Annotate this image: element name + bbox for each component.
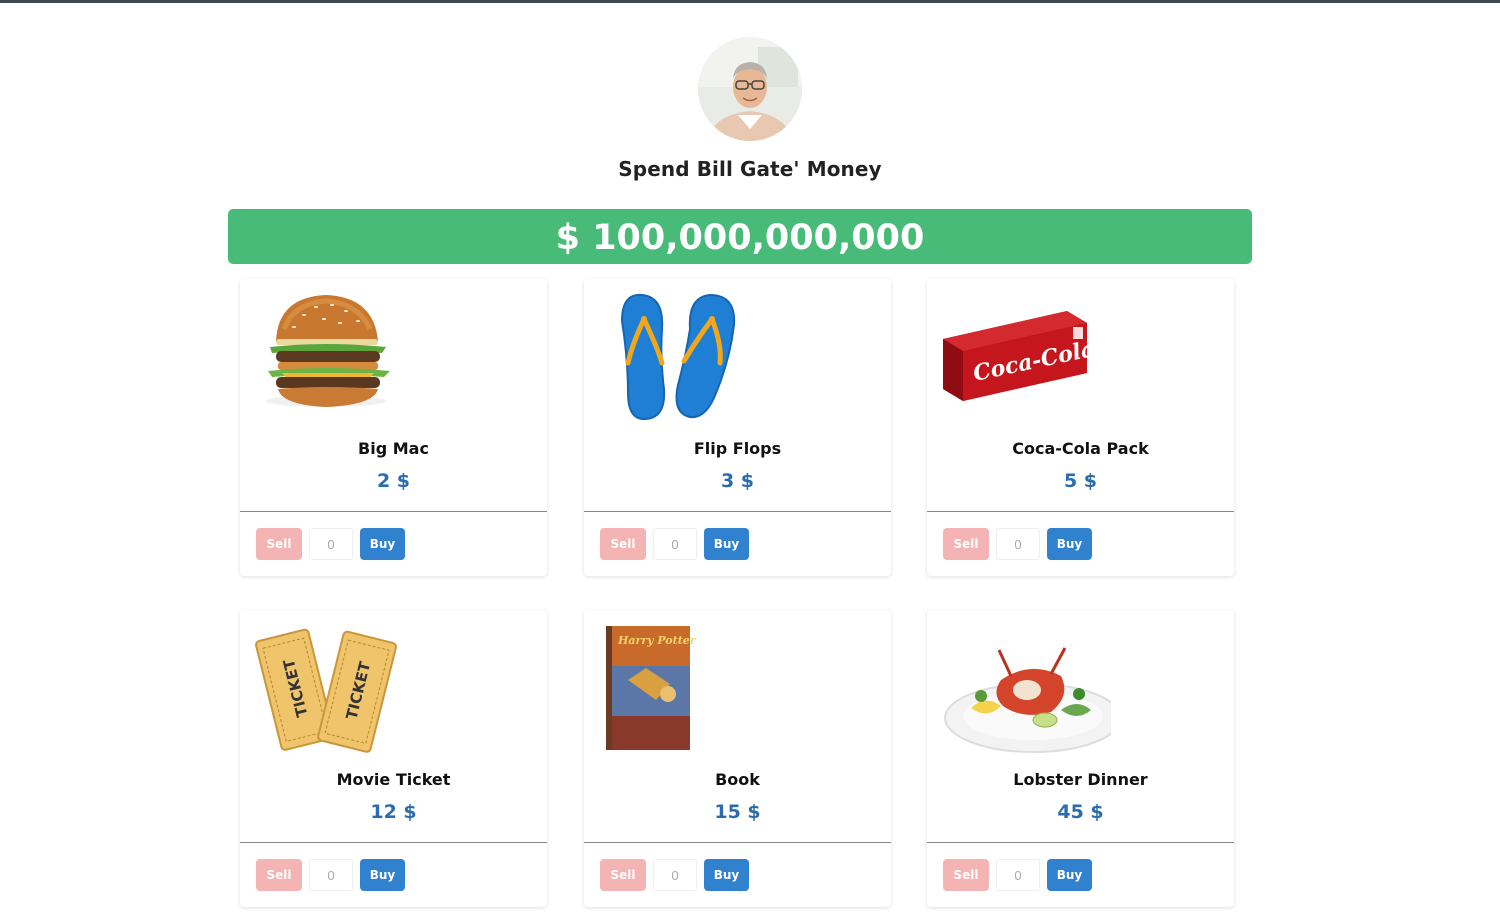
- coca-cola-pack-image: Coca-Cola: [941, 289, 1111, 429]
- product-name: Flip Flops: [693, 439, 782, 458]
- product-name: Movie Ticket: [336, 770, 451, 789]
- page-title: Spend Bill Gate' Money: [618, 157, 882, 181]
- product-card-big-mac: Big Mac 2 $ Sell Buy: [240, 279, 547, 576]
- top-border: [0, 0, 1500, 3]
- product-controls: Sell Buy: [600, 528, 749, 560]
- buy-button[interactable]: Buy: [704, 528, 749, 560]
- buy-button[interactable]: Buy: [1047, 528, 1092, 560]
- quantity-input[interactable]: [309, 528, 353, 560]
- product-controls: Sell Buy: [943, 859, 1092, 891]
- quantity-input[interactable]: [653, 528, 697, 560]
- card-divider: [584, 842, 891, 843]
- flip-flops-image: [598, 289, 768, 429]
- movie-ticket-image: TICKET TICKET: [254, 620, 424, 760]
- product-price: 5 $: [1063, 470, 1098, 492]
- product-card-lobster-dinner: Lobster Dinner 45 $ Sell Buy: [927, 610, 1234, 907]
- product-name: Lobster Dinner: [1013, 770, 1148, 789]
- buy-button[interactable]: Buy: [360, 859, 405, 891]
- product-card-flip-flops: Flip Flops 3 $ Sell Buy: [584, 279, 891, 576]
- buy-button[interactable]: Buy: [1047, 859, 1092, 891]
- burger-image: [254, 289, 424, 429]
- quantity-input[interactable]: [996, 859, 1040, 891]
- book-image: Harry Potter: [598, 620, 768, 760]
- product-price: 12 $: [370, 801, 417, 823]
- product-card-book: Harry Potter Book 15 $ Sell Buy: [584, 610, 891, 907]
- product-controls: Sell Buy: [943, 528, 1092, 560]
- avatar-portrait-icon: [698, 37, 802, 141]
- quantity-input[interactable]: [653, 859, 697, 891]
- card-divider: [240, 511, 547, 512]
- product-card-coca-cola-pack: Coca-Cola Coca-Cola Pack 5 $ Sell Buy: [927, 279, 1234, 576]
- product-price: 3 $: [720, 470, 755, 492]
- product-name: Coca-Cola Pack: [1012, 439, 1149, 458]
- product-price: 2 $: [376, 470, 411, 492]
- sell-button[interactable]: Sell: [600, 859, 646, 891]
- sell-button[interactable]: Sell: [256, 859, 302, 891]
- product-price: 45 $: [1057, 801, 1104, 823]
- buy-button[interactable]: Buy: [360, 528, 405, 560]
- avatar: [698, 37, 802, 141]
- product-name: Big Mac: [358, 439, 429, 458]
- card-divider: [927, 842, 1234, 843]
- sell-button[interactable]: Sell: [943, 859, 989, 891]
- product-card-movie-ticket: TICKET TICKET Movie Ticket 12 $ Sell Buy: [240, 610, 547, 907]
- product-price: 15 $: [714, 801, 761, 823]
- card-divider: [240, 842, 547, 843]
- sell-button[interactable]: Sell: [943, 528, 989, 560]
- quantity-input[interactable]: [996, 528, 1040, 560]
- product-controls: Sell Buy: [600, 859, 749, 891]
- book-title-text: Harry Potter: [617, 634, 697, 647]
- buy-button[interactable]: Buy: [704, 859, 749, 891]
- lobster-dinner-image: [941, 620, 1122, 760]
- product-name: Book: [715, 770, 760, 789]
- balance-banner: $ 100,000,000,000: [228, 209, 1252, 264]
- card-divider: [927, 511, 1234, 512]
- header: Spend Bill Gate' Money: [0, 37, 1500, 181]
- card-divider: [584, 511, 891, 512]
- quantity-input[interactable]: [309, 859, 353, 891]
- sell-button[interactable]: Sell: [600, 528, 646, 560]
- sell-button[interactable]: Sell: [256, 528, 302, 560]
- product-controls: Sell Buy: [256, 528, 405, 560]
- product-controls: Sell Buy: [256, 859, 405, 891]
